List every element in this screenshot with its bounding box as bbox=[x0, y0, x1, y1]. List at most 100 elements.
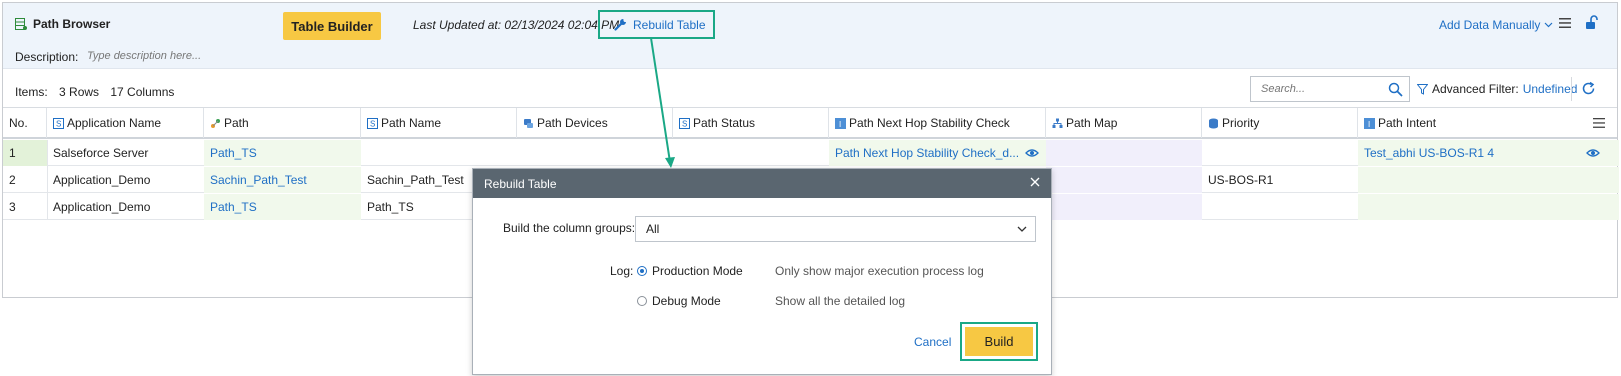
cell-path-map bbox=[1046, 194, 1202, 220]
table-toolbar: Items: 3 Rows 17 Columns Advanced Filter… bbox=[3, 69, 1617, 107]
last-updated-text: Last Updated at: 02/13/2024 02:04 PM bbox=[413, 18, 620, 32]
col-header-path-name[interactable]: S Path Name bbox=[361, 108, 517, 138]
build-button-highlight[interactable]: Build bbox=[960, 322, 1038, 361]
rows-count: 3 Rows bbox=[59, 85, 100, 99]
path-type-icon bbox=[211, 118, 220, 128]
col-header-path-intent[interactable]: I Path Intent bbox=[1358, 108, 1578, 138]
items-summary: Items: 3 Rows 17 Columns bbox=[15, 85, 182, 99]
cell-application-name: Salseforce Server bbox=[53, 146, 149, 160]
cell-stability-check[interactable]: Path Next Hop Stability Check_d... bbox=[829, 140, 1046, 166]
column-groups-select[interactable]: All bbox=[635, 216, 1036, 242]
intent-type-icon: I bbox=[835, 117, 846, 129]
cell-path-intent[interactable]: Test_abhi US-BOS-R1 4 bbox=[1358, 140, 1619, 166]
dialog-title: Rebuild Table bbox=[484, 176, 557, 191]
cell-path-intent bbox=[1358, 167, 1619, 193]
debug-mode-label[interactable]: Debug Mode bbox=[652, 294, 721, 308]
col-header-path[interactable]: Path bbox=[204, 108, 361, 138]
stability-check-link[interactable]: Path Next Hop Stability Check_d... bbox=[835, 146, 1019, 160]
menu-icon[interactable] bbox=[1558, 17, 1572, 29]
close-icon[interactable] bbox=[1029, 176, 1041, 188]
add-data-manually-dropdown[interactable]: Add Data Manually bbox=[1439, 18, 1553, 32]
intent-type-icon: I bbox=[1364, 117, 1375, 129]
table-row[interactable]: 1 Salseforce Server Path_TS Path Next Ho… bbox=[3, 140, 1619, 166]
column-groups-label: Build the column groups: bbox=[503, 221, 636, 235]
refresh-icon[interactable] bbox=[1581, 81, 1596, 96]
col-header-priority[interactable]: Priority bbox=[1202, 108, 1358, 138]
advanced-filter-label: Advanced Filter: bbox=[1432, 82, 1519, 96]
production-mode-description: Only show major execution process log bbox=[775, 264, 984, 278]
path-intent-link[interactable]: Test_abhi US-BOS-R1 4 bbox=[1364, 146, 1494, 160]
cell-no: 2 bbox=[9, 173, 16, 187]
col-header-label: Path Devices bbox=[537, 116, 608, 130]
col-header-path-devices[interactable]: Path Devices bbox=[517, 108, 673, 138]
col-header-stability-check[interactable]: I Path Next Hop Stability Check bbox=[829, 108, 1046, 138]
string-type-icon: S bbox=[367, 117, 378, 129]
string-type-icon: S bbox=[53, 117, 64, 129]
cell-no: 3 bbox=[9, 200, 16, 214]
debug-mode-radio[interactable] bbox=[637, 296, 647, 306]
items-label: Items: bbox=[15, 85, 48, 99]
header-bar: Path Browser Table Builder Last Updated … bbox=[3, 3, 1617, 69]
column-groups-value: All bbox=[646, 222, 660, 236]
description-label: Description: bbox=[15, 50, 79, 64]
chevron-down-icon bbox=[1017, 226, 1027, 232]
unlock-icon[interactable] bbox=[1585, 15, 1599, 30]
string-type-icon: S bbox=[679, 117, 690, 129]
col-header-label: Path Intent bbox=[1378, 116, 1437, 130]
search-input[interactable] bbox=[1259, 82, 1379, 96]
eye-icon[interactable] bbox=[1586, 148, 1600, 158]
cell-no: 1 bbox=[3, 140, 47, 166]
advanced-filter[interactable]: Advanced Filter: Undefined bbox=[1417, 82, 1577, 96]
rebuild-table-dialog: Rebuild Table Build the column groups: A… bbox=[472, 168, 1052, 375]
cell-path-map bbox=[1046, 140, 1202, 166]
table-builder-button[interactable]: Table Builder bbox=[283, 12, 381, 40]
svg-text:S: S bbox=[370, 119, 375, 128]
cell-path[interactable]: Path_TS bbox=[204, 140, 361, 166]
cancel-button[interactable]: Cancel bbox=[914, 335, 951, 349]
production-mode-label[interactable]: Production Mode bbox=[652, 264, 743, 278]
rebuild-table-link[interactable]: Rebuild Table bbox=[598, 10, 715, 39]
cell-application-name: Application_Demo bbox=[53, 200, 151, 214]
description-input[interactable]: Type description here... bbox=[87, 50, 201, 62]
debug-mode-description: Show all the detailed log bbox=[775, 294, 906, 308]
table-header-row: No. S Application Name Path S Path Name … bbox=[3, 107, 1617, 139]
col-header-path-map[interactable]: Path Map bbox=[1046, 108, 1202, 138]
col-header-label: Path Next Hop Stability Check bbox=[849, 116, 1010, 130]
search-box[interactable] bbox=[1250, 76, 1410, 102]
page-title: Path Browser bbox=[15, 17, 110, 31]
advanced-filter-value[interactable]: Undefined bbox=[1523, 82, 1578, 96]
chevron-down-icon bbox=[1544, 22, 1553, 28]
col-header-application-name[interactable]: S Application Name bbox=[47, 108, 204, 138]
col-header-label: Priority bbox=[1222, 116, 1260, 130]
cell-path[interactable]: Sachin_Path_Test bbox=[204, 167, 361, 193]
cell-path[interactable]: Path_TS bbox=[204, 194, 361, 220]
add-data-label: Add Data Manually bbox=[1439, 18, 1541, 32]
columns-count: 17 Columns bbox=[110, 85, 175, 99]
column-divider bbox=[47, 140, 48, 220]
col-header-label: Path bbox=[224, 116, 249, 130]
production-mode-radio[interactable] bbox=[637, 266, 647, 276]
col-header-label: No. bbox=[9, 116, 28, 130]
table-icon bbox=[15, 18, 27, 30]
col-header-path-status[interactable]: S Path Status bbox=[673, 108, 829, 138]
toolbar-divider bbox=[1571, 77, 1572, 101]
col-header-label: Path Map bbox=[1066, 116, 1118, 130]
col-header-label: Path Name bbox=[381, 116, 442, 130]
col-header-no[interactable]: No. bbox=[3, 108, 47, 138]
svg-text:I: I bbox=[839, 120, 841, 129]
cell-priority bbox=[1202, 194, 1358, 220]
build-button[interactable]: Build bbox=[965, 327, 1033, 356]
rebuild-table-label: Rebuild Table bbox=[633, 17, 706, 32]
dialog-header: Rebuild Table bbox=[473, 169, 1051, 198]
search-icon[interactable] bbox=[1388, 82, 1403, 97]
log-label: Log: bbox=[610, 264, 634, 278]
filter-icon bbox=[1417, 83, 1428, 95]
eye-icon[interactable] bbox=[1025, 148, 1039, 158]
col-header-label: Application Name bbox=[67, 116, 162, 130]
devices-type-icon bbox=[524, 118, 533, 128]
svg-text:S: S bbox=[56, 119, 61, 128]
database-type-icon bbox=[1209, 118, 1218, 128]
cell-priority: US-BOS-R1 bbox=[1208, 173, 1274, 187]
cell-path-intent bbox=[1358, 194, 1619, 220]
column-menu-icon[interactable] bbox=[1593, 117, 1605, 129]
